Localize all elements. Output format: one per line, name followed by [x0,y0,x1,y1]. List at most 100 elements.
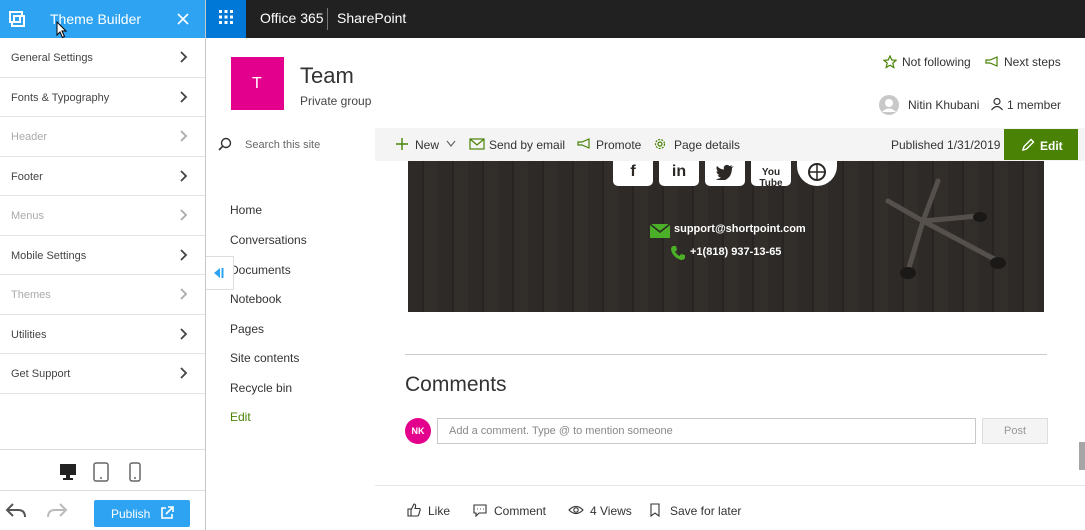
linkedin-icon[interactable]: in [659,161,699,186]
page-scrollbar[interactable] [1077,161,1085,485]
envelope-icon [650,224,670,238]
support-email-link[interactable]: support@shortpoint.com [650,222,810,240]
nav-item-notebook[interactable]: Notebook [230,292,281,306]
chevron-right-icon [180,209,188,221]
send-by-email-label: Send by email [489,138,566,152]
comments-heading: Comments [405,373,507,396]
site-logo[interactable]: T [231,57,284,110]
app-launcher-button[interactable] [206,0,246,38]
facebook-icon[interactable]: f [613,161,653,186]
scrollbar-thumb[interactable] [1079,442,1085,470]
undo-icon[interactable] [5,502,27,520]
plus-icon [396,138,408,150]
mobile-icon[interactable] [126,462,144,482]
views-count: 4 Views [568,503,634,519]
globe-icon [808,163,826,181]
edit-page-button[interactable]: Edit [1004,129,1078,160]
external-link-icon [161,506,174,519]
send-by-email-button[interactable]: Send by email [469,137,565,153]
social-bar: Like Comment 4 Views Save for later [375,485,1085,530]
device-preview-toolbar [0,449,205,491]
tb-item-mobile-settings[interactable]: Mobile Settings [0,236,205,275]
site-logo-letter: T [252,75,262,92]
page-details-label: Page details [674,138,741,152]
tablet-icon[interactable] [92,462,110,482]
members-label: 1 member [1007,98,1062,112]
tb-item-label: Menus [11,210,45,222]
follow-button[interactable]: Not following [883,55,973,71]
save-for-later-button[interactable]: Save for later [649,503,741,519]
collapse-left-icon [214,268,224,278]
like-label: Like [428,504,451,518]
star-icon [883,55,897,69]
publish-button[interactable]: Publish [94,500,190,527]
promote-label: Promote [596,138,642,152]
suite-divider [327,8,328,30]
edit-label: Edit [1040,139,1063,153]
twitter-bird-icon [715,164,734,180]
chevron-right-icon [180,130,188,142]
site-search[interactable]: Search this site [216,135,366,155]
chevron-right-icon [180,169,188,182]
pencil-icon [1021,138,1035,152]
comment-label: Comment [494,504,547,518]
tb-item-utilities[interactable]: Utilities [0,315,205,354]
desktop-icon[interactable] [59,462,77,482]
nav-item-recycle-bin[interactable]: Recycle bin [230,381,292,395]
tb-item-footer[interactable]: Footer [0,157,205,196]
nav-item-conversations[interactable]: Conversations [230,233,307,247]
members-button[interactable]: 1 member [990,97,1062,113]
comment-button[interactable]: Comment [473,503,549,519]
chair-graphic [885,178,1006,279]
page-details-button[interactable]: Page details [653,137,743,153]
tb-item-header[interactable]: Header [0,117,205,157]
tb-item-label: Fonts & Typography [11,91,110,104]
nav-item-documents[interactable]: Documents [230,263,291,277]
site-subtitle: Private group [300,94,372,108]
command-bar: New Send by email Promote Page details P… [375,128,1085,161]
nav-item-site-contents[interactable]: Site contents [230,351,299,365]
chevron-down-icon [446,140,456,147]
user-avatar-icon[interactable] [879,95,899,115]
tb-item-themes[interactable]: Themes [0,275,205,315]
redo-icon[interactable] [46,502,68,520]
publish-label: Publish [111,507,151,521]
shortpoint-logo-icon [9,11,25,27]
tb-item-label: Utilities [11,328,47,341]
waffle-icon [219,10,233,24]
like-button[interactable]: Like [407,503,457,519]
tb-item-general-settings[interactable]: General Settings [0,38,205,78]
suite-bar: Office 365 SharePoint [206,0,1085,38]
tb-item-label: Header [11,131,48,143]
tb-item-menus[interactable]: Menus [0,196,205,236]
new-button[interactable]: New [395,137,457,153]
post-button[interactable]: Post [982,418,1048,444]
youtube-icon[interactable]: You Tube [751,161,791,189]
tb-item-get-support[interactable]: Get Support [0,354,205,394]
comment-input[interactable]: Add a comment. Type @ to mention someone [437,418,976,444]
tb-item-fonts-typography[interactable]: Fonts & Typography [0,78,205,117]
eye-icon [568,505,584,515]
nav-item-pages[interactable]: Pages [230,322,264,336]
search-icon [218,137,232,151]
site-title[interactable]: Team [300,63,354,89]
phone-icon [671,246,685,260]
next-steps-label: Next steps [1004,55,1061,69]
office365-link[interactable]: Office 365 [260,10,324,26]
published-status: Published 1/31/2019 [891,138,1001,152]
chevron-right-icon [180,327,188,340]
twitter-icon[interactable] [705,161,745,186]
follow-label: Not following [902,55,971,69]
promote-button[interactable]: Promote [576,137,644,153]
nav-item-home[interactable]: Home [230,203,262,217]
support-email: support@shortpoint.com [674,223,806,235]
avatar: NK [405,418,431,444]
nav-edit-link[interactable]: Edit [230,410,251,424]
panel-collapse-button[interactable] [206,256,234,290]
user-name[interactable]: Nitin Khubani [908,98,979,112]
thumbs-up-icon [407,503,421,517]
close-icon[interactable] [175,11,191,27]
support-phone-link[interactable]: +1(818) 937-13-65 [670,245,800,263]
next-steps-button[interactable]: Next steps [984,55,1064,71]
sharepoint-link[interactable]: SharePoint [337,10,406,26]
